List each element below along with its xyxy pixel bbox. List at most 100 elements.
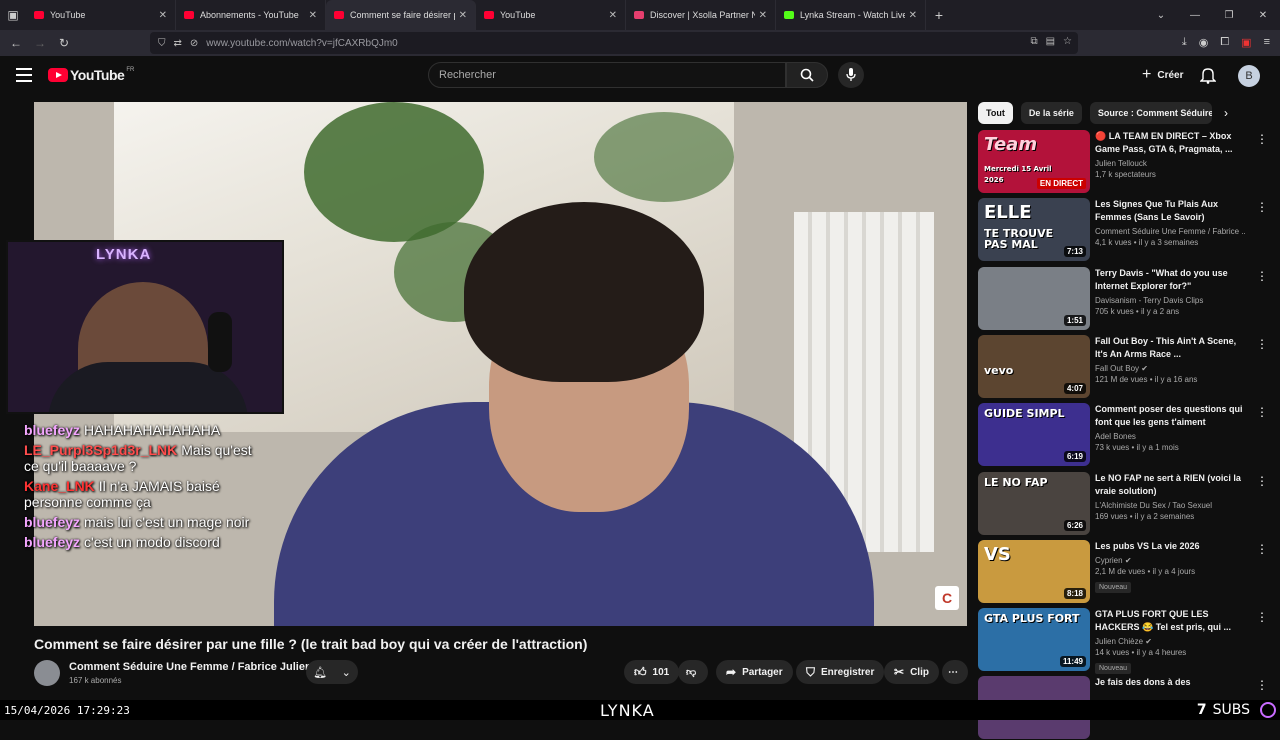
share-button[interactable]: ➦ Partager [716, 660, 793, 684]
microphone-icon [846, 68, 856, 81]
account-avatar[interactable]: B [1238, 65, 1260, 87]
browser-tab[interactable]: Discover | Xsolla Partner Netwo ✕ [626, 0, 776, 30]
reader-view-icon[interactable]: ▤ [1046, 36, 1055, 47]
channel-name[interactable]: Adel Bones [1095, 432, 1245, 441]
more-vertical-icon[interactable]: ⋮ [1256, 474, 1268, 488]
video-thumbnail[interactable]: GTA PLUS FORT 11:49 [978, 608, 1090, 672]
video-title[interactable]: GTA PLUS FORT QUE LES HACKERS 😂 Tel est … [1095, 608, 1245, 634]
more-vertical-icon[interactable]: ⋮ [1256, 269, 1268, 283]
tab-close-icon[interactable]: ✕ [909, 10, 917, 21]
reload-icon[interactable]: ↻ [52, 36, 76, 50]
more-actions-button[interactable]: ⋯ [942, 660, 968, 684]
new-tab-button[interactable]: + [926, 7, 952, 23]
recommendation-item[interactable]: LE NO FAP 6:26 Le NO FAP ne sert à RIEN (v… [978, 471, 1268, 536]
channel-name[interactable]: Cyprien ✔︎ [1095, 556, 1245, 565]
video-thumbnail[interactable]: ELLE TE TROUVE PAS MAL 7:13 [978, 198, 1090, 262]
tab-close-icon[interactable]: ✕ [609, 10, 617, 21]
tab-close-icon[interactable]: ✕ [309, 10, 317, 21]
video-title[interactable]: Le NO FAP ne sert à RIEN (voici la vraie… [1095, 472, 1245, 498]
browser-tab[interactable]: YouTube ✕ [26, 0, 176, 30]
channel-name[interactable]: Davisanism - Terry Davis Clips [1095, 296, 1245, 305]
video-thumbnail[interactable]: 1:51 [978, 266, 1090, 330]
more-vertical-icon[interactable]: ⋮ [1256, 200, 1268, 214]
create-button[interactable]: + Créer [1132, 62, 1193, 88]
tab-close-icon[interactable]: ✕ [759, 10, 767, 21]
tab-close-icon[interactable]: ✕ [159, 10, 167, 21]
channel-name[interactable]: L'Alchimiste Du Sex / Tao Sexuel [1095, 501, 1245, 510]
more-vertical-icon[interactable]: ⋮ [1256, 542, 1268, 556]
extensions-icon[interactable]: ⧠ [1220, 36, 1229, 49]
maximize-icon[interactable]: ❐ [1212, 10, 1246, 21]
video-title[interactable]: Les pubs VS La vie 2026 [1095, 540, 1245, 553]
shield-icon[interactable]: ⛉ [158, 38, 166, 49]
recommendation-item[interactable]: ELLE TE TROUVE PAS MAL 7:13 Les Signes Que … [978, 198, 1268, 262]
video-title[interactable]: Les Signes Que Tu Plais Aux Femmes (Sans… [1095, 198, 1245, 224]
subscription-bell-button[interactable]: 🔔︎ ⌄ [306, 660, 358, 684]
bookmark-star-icon[interactable]: ☆ [1063, 36, 1072, 47]
extension-badge-icon[interactable]: ▣ [1241, 36, 1251, 49]
recommendation-item[interactable]: vevo 4:07 Fall Out Boy - This Ain't A Scen… [978, 334, 1268, 399]
notifications-button[interactable] [1199, 66, 1217, 89]
channel-name[interactable]: Comment Séduire Une Femme / Fabrice Juli… [69, 661, 312, 673]
browser-tab[interactable]: Lynka Stream - Watch Live on K ✕ [776, 0, 926, 30]
more-vertical-icon[interactable]: ⋮ [1256, 132, 1268, 146]
tab-list-icon[interactable]: ▣ [0, 0, 26, 30]
video-title[interactable]: 🔴 LA TEAM EN DIRECT – Xbox Game Pass, GT… [1095, 130, 1245, 156]
recommendation-item[interactable]: Team Mercredi 15 Avril 2026 EN DIRECT 🔴 LA … [978, 130, 1268, 194]
video-title[interactable]: Je fais des dons à des [1095, 676, 1245, 689]
more-vertical-icon[interactable]: ⋮ [1256, 678, 1268, 692]
video-thumbnail[interactable]: VS 8:18 [978, 539, 1090, 603]
recommendation-item[interactable]: GUIDE SIMPL 6:19 Comment poser des questio… [978, 403, 1268, 467]
channel-name[interactable]: Julien Chièze ✔︎ [1095, 637, 1245, 646]
youtube-logo[interactable]: YouTube FR [48, 67, 134, 83]
channel-name[interactable]: Fall Out Boy ✔︎ [1095, 364, 1245, 373]
channel-name[interactable]: Comment Séduire Une Femme / Fabrice ... [1095, 227, 1245, 236]
more-vertical-icon[interactable]: ⋮ [1256, 337, 1268, 351]
video-thumbnail[interactable]: GUIDE SIMPL 6:19 [978, 403, 1090, 467]
account-icon[interactable]: ◉ [1199, 36, 1209, 49]
close-window-icon[interactable]: ✕ [1246, 10, 1280, 21]
youtube-play-icon [48, 68, 68, 82]
recommendation-item[interactable]: VS 8:18 Les pubs VS La vie 2026 Cyprien ✔︎ 2… [978, 539, 1268, 604]
no-camera-icon[interactable]: ⊘ [190, 38, 198, 49]
browser-tab[interactable]: Comment se faire désirer par u ✕ [326, 0, 476, 30]
chevron-right-icon[interactable]: › [1224, 106, 1228, 120]
video-title[interactable]: Terry Davis - "What do you use Internet … [1095, 267, 1245, 293]
url-field[interactable]: ⛉ ⇄ ⊘ www.youtube.com/watch?v=jfCAXRbQJm… [150, 32, 1078, 54]
search-input[interactable]: Rechercher [428, 62, 786, 88]
more-vertical-icon[interactable]: ⋮ [1256, 405, 1268, 419]
search-button[interactable] [786, 62, 828, 88]
browser-tab[interactable]: YouTube ✕ [476, 0, 626, 30]
menu-icon[interactable]: ≡ [1264, 36, 1270, 49]
tab-overflow-icon[interactable]: ⌄ [1144, 10, 1178, 21]
tab-close-icon[interactable]: ✕ [459, 10, 467, 21]
hamburger-menu-icon[interactable] [16, 68, 32, 82]
filter-chip[interactable]: Tout [978, 102, 1013, 124]
video-thumbnail[interactable]: Team Mercredi 15 Avril 2026 EN DIRECT [978, 130, 1090, 193]
minimize-icon[interactable]: — [1178, 10, 1212, 21]
save-button[interactable]: ⛉ Enregistrer [796, 660, 885, 684]
recommendation-item[interactable]: GTA PLUS FORT 11:49 GTA PLUS FORT QUE LES … [978, 608, 1268, 675]
recommendation-item[interactable]: 1:51 Terry Davis - "What do you use Inter… [978, 266, 1268, 331]
video-thumbnail[interactable]: vevo 4:07 [978, 334, 1090, 398]
dislike-button[interactable]: 👎︎ [678, 660, 708, 684]
filter-chip[interactable]: Source : Comment Séduire U [1089, 102, 1212, 124]
channel-avatar[interactable] [34, 660, 60, 686]
more-vertical-icon[interactable]: ⋮ [1256, 610, 1268, 624]
channel-name[interactable]: Julien Tellouck [1095, 159, 1245, 168]
permissions-icon[interactable]: ⇄ [174, 38, 182, 49]
video-title[interactable]: Comment poser des questions qui font que… [1095, 403, 1245, 429]
filter-chip[interactable]: De la série [1020, 102, 1082, 124]
back-icon[interactable]: ← [4, 36, 28, 50]
like-button[interactable]: 👍︎ 101 [624, 660, 680, 684]
video-thumbnail[interactable]: LE NO FAP 6:26 [978, 471, 1090, 535]
video-info: Les Signes Que Tu Plais Aux Femmes (Sans… [1095, 198, 1245, 247]
picture-in-picture-icon[interactable]: ⧉ [1030, 36, 1037, 47]
voice-search-button[interactable] [838, 62, 864, 88]
forward-icon[interactable]: → [28, 36, 52, 50]
channel-watermark-icon[interactable]: C [935, 586, 959, 610]
clip-button[interactable]: ✂ Clip [884, 660, 939, 684]
browser-tab[interactable]: Abonnements - YouTube ✕ [176, 0, 326, 30]
downloads-icon[interactable]: ⤓ [1182, 36, 1187, 49]
video-title[interactable]: Fall Out Boy - This Ain't A Scene, It's … [1095, 335, 1245, 361]
